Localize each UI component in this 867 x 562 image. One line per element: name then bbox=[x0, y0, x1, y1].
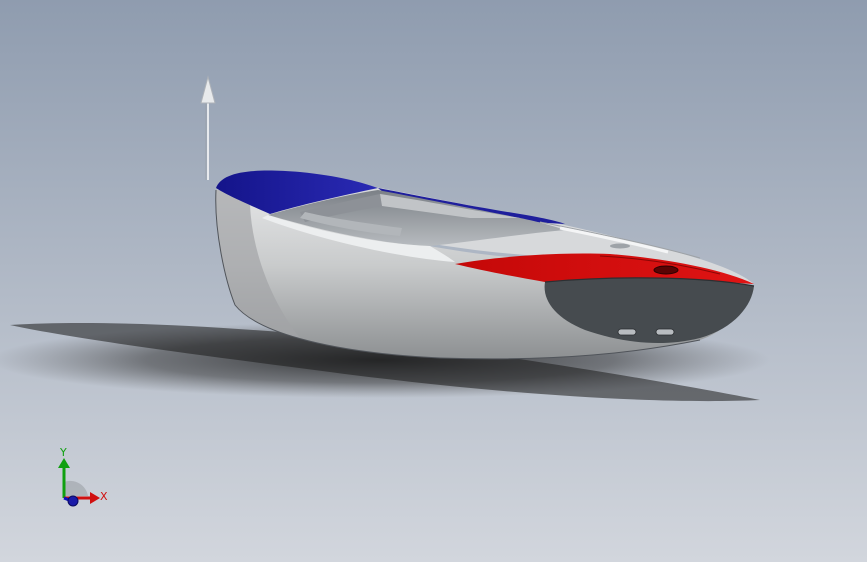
triad-origin bbox=[67, 495, 79, 507]
deck-fitting bbox=[653, 265, 679, 275]
y-axis-label: Y bbox=[59, 446, 67, 459]
transom-drain-right bbox=[655, 328, 675, 336]
scene-canvas[interactable]: Y X bbox=[0, 0, 867, 562]
graphics-viewport[interactable]: Y X bbox=[0, 0, 867, 562]
x-axis-label: X bbox=[100, 490, 108, 503]
transom-drain-left bbox=[617, 328, 637, 336]
